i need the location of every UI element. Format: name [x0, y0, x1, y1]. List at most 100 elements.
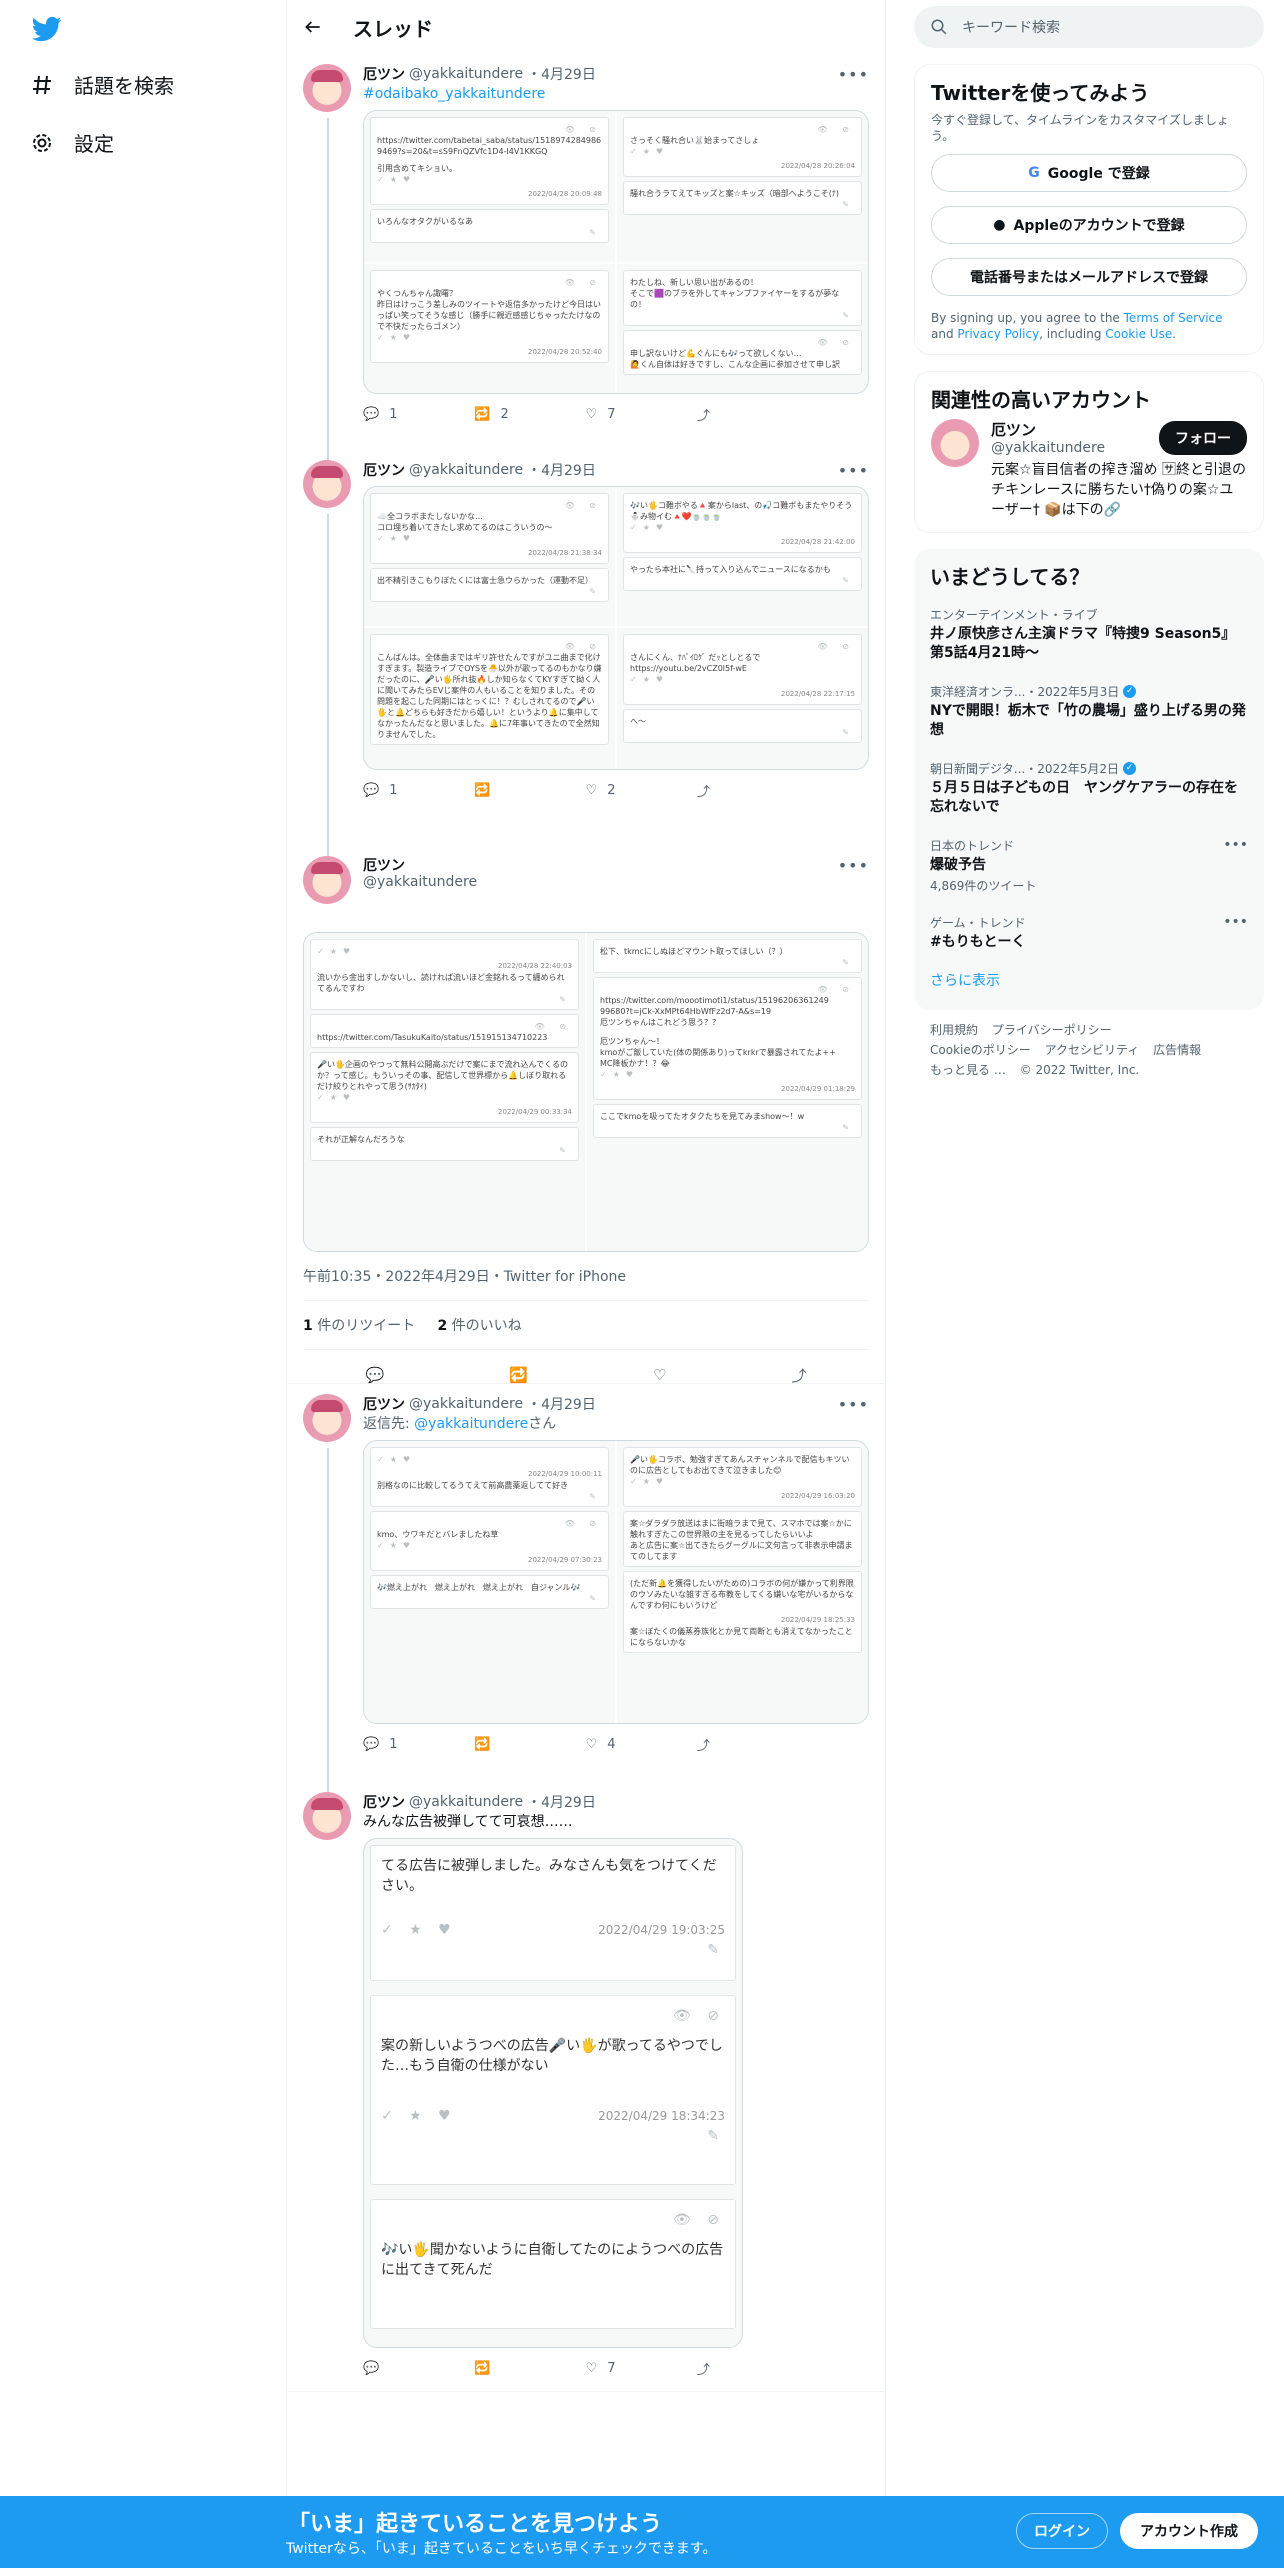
like-count[interactable]: 2 件のいいね — [437, 1318, 521, 1334]
phone-signup-button[interactable]: 電話番号またはメールアドレスで登録 — [931, 258, 1247, 296]
image-grid[interactable]: ✓★♥ 2022/04/29 10:00:11 別格なのに比較してるうてえて前高農薬… — [363, 1440, 869, 1724]
author-handle[interactable]: @yakkaitundere — [409, 66, 523, 82]
retweet-button[interactable]: 🔁 — [474, 2361, 585, 2376]
retweet-button[interactable]: 🔁 — [474, 783, 585, 798]
screenshot-image[interactable]: 👁 ⊘ さっそく騒れ合い🐰始まってさしょ ✓★♥ 2022/04/28 20:26:0… — [617, 111, 868, 262]
account-name[interactable]: 厄ツン — [991, 419, 1105, 440]
apple-signup-button[interactable]: ● Appleのアカウントで登録 — [931, 206, 1247, 244]
retweet-icon[interactable]: 🔁 — [509, 1366, 528, 1384]
tweet-date[interactable]: ・4月29日 — [527, 1394, 596, 1414]
trend-item[interactable]: エンターテインメント・ライブ 井ノ原快彦さん主演ドラマ『特捜9 Season5』… — [930, 596, 1248, 673]
search-bar[interactable]: キーワード検索 — [914, 6, 1264, 48]
tweet[interactable]: 厄ツン @yakkaitundere ・4月29日 みんな広告被弾してて可哀想…… — [287, 1782, 885, 2392]
trend-item[interactable]: 朝日新聞デジタ...・2022年5月2日 ✓ ５月５日は子どもの日 ヤングケアラー… — [930, 750, 1248, 827]
author-handle[interactable]: @yakkaitundere — [363, 874, 869, 890]
screenshot-image[interactable]: わたしね、新しい思い出があるの！ そこで🟪のブラを外してキャンプファイヤーをするが… — [617, 263, 868, 393]
more-icon[interactable]: ••• — [1223, 914, 1248, 930]
reply-button[interactable]: 💬 1 — [363, 407, 474, 422]
avatar[interactable] — [303, 1792, 351, 1840]
tweet-date[interactable]: ・4月29日 — [527, 64, 596, 84]
author-handle[interactable]: @yakkaitundere — [409, 1794, 523, 1810]
avatar[interactable] — [303, 460, 351, 508]
footer-link[interactable]: もっと見る … — [930, 1063, 1006, 1077]
tos-link[interactable]: Terms of Service — [1124, 311, 1223, 325]
create-account-button[interactable]: アカウント作成 — [1120, 2513, 1258, 2549]
screenshot-image[interactable]: 👁 ⊘ https://twitter.com/tabetai_saba/stat… — [364, 111, 615, 262]
share-button[interactable]: ⤴ — [697, 2359, 710, 2378]
trend-item[interactable]: 日本のトレンド 爆破予告 4,869件のツイート ••• — [930, 827, 1248, 904]
like-button[interactable]: ♡ 4 — [586, 1737, 697, 1752]
trend-item[interactable]: 東洋経済オンラ...・2022年5月3日 ✓ NYで開眼！栃木で「竹の農場」盛り上… — [930, 673, 1248, 750]
retweet-button[interactable]: 🔁 2 — [474, 407, 585, 422]
screenshot-image[interactable]: ✓★♥ 2022/04/28 22:40:03 流いから金出すしかないし、読ければ流… — [304, 933, 585, 1251]
screenshot-image[interactable]: 🎶い🖐コ難ボやる🔺案からlast、の🎣コ難ボもまたやりそう ⛄み物イむ🔺❤️🍵🍵🍵… — [617, 487, 868, 626]
tall-screenshot[interactable]: てる広告に被弾しました。みなさんも気をつけてください。 ✓ ★ ♥ 2022/04/… — [363, 1838, 743, 2348]
search-input[interactable]: キーワード検索 — [962, 17, 1060, 37]
back-arrow-icon[interactable] — [303, 17, 323, 37]
reply-button[interactable]: 💬 1 — [363, 783, 474, 798]
more-icon[interactable]: ••• — [838, 461, 869, 480]
twitter-logo-icon[interactable] — [30, 14, 64, 44]
tweet-timestamp[interactable]: 午前10:35・2022年4月29日・Twitter for iPhone — [303, 1252, 869, 1301]
tweet[interactable]: 厄ツン @yakkaitundere ・4月29日 ••• 返信先: @yakk… — [287, 1384, 885, 1790]
reply-button[interactable]: 💬 1 — [363, 1737, 474, 1752]
retweet-count[interactable]: 1 件のリツイート — [303, 1318, 415, 1334]
nav-settings[interactable]: 設定 — [30, 128, 114, 157]
reply-icon[interactable]: 💬 — [366, 1366, 385, 1384]
footer-link[interactable]: プライバシーポリシー — [992, 1023, 1112, 1037]
screenshot-image[interactable]: 👁 ⊘ やくつんちゃん諏曙？ 昨日はけっこう差しみのツイートや返信多かったけど今日は… — [364, 263, 615, 393]
author-handle[interactable]: @yakkaitundere — [409, 462, 523, 478]
author-name[interactable]: 厄ツン — [363, 1394, 405, 1414]
tweet-date[interactable]: ・4月29日 — [527, 460, 596, 480]
more-icon[interactable]: ••• — [838, 856, 869, 875]
screenshot-image[interactable]: ✓★♥ 2022/04/29 10:00:11 別格なのに比較してるうてえて前高農薬… — [364, 1441, 615, 1723]
privacy-link[interactable]: Privacy Policy — [957, 327, 1039, 341]
author-name[interactable]: 厄ツン — [363, 460, 405, 480]
screenshot-image[interactable]: 🎤い🖐コラボ、勉強すぎてあんスチャンネルで配信もキツいのに広告としてもお出てきて… — [617, 1441, 868, 1723]
avatar[interactable] — [303, 856, 351, 904]
share-button[interactable]: ⤴ — [697, 405, 710, 424]
screenshot-image[interactable]: 👁 ⊘ こんばんは。全体曲まではギリ許せたんですがユニ曲まで化けすぎます。製造ライ… — [364, 628, 615, 769]
more-icon[interactable]: ••• — [838, 1395, 869, 1414]
focused-tweet[interactable]: 厄ツン ••• @yakkaitundere ✓★♥ 2022/04/28 22:… — [287, 846, 885, 1386]
google-signup-button[interactable]: G Google で登録 — [931, 154, 1247, 192]
author-name[interactable]: 厄ツン — [363, 1792, 405, 1812]
trend-item[interactable]: ゲーム・トレンド #もりもとーく ••• — [930, 904, 1248, 962]
footer-link[interactable]: アクセシビリティ — [1045, 1043, 1140, 1057]
share-button[interactable]: ⤴ — [697, 781, 710, 800]
like-button[interactable]: ♡ 7 — [586, 2361, 697, 2376]
avatar[interactable] — [931, 419, 979, 467]
image-grid[interactable]: ✓★♥ 2022/04/28 22:40:03 流いから金出すしかないし、読ければ流… — [303, 932, 869, 1252]
share-button[interactable]: ⤴ — [697, 1735, 710, 1754]
author-name[interactable]: 厄ツン — [363, 64, 405, 84]
tweet[interactable]: 厄ツン @yakkaitundere ・4月29日 ••• 👁 ⊘ ☁️全コラボま… — [287, 450, 885, 854]
image-grid[interactable]: 👁 ⊘ https://twitter.com/tabetai_saba/stat… — [363, 110, 869, 394]
cookie-link[interactable]: Cookie Use — [1105, 327, 1172, 341]
screenshot-image[interactable]: 松下、tkmcにしぬほどマウント取ってほしい（？） ✎ 👁 ⊘ https://tw… — [587, 933, 868, 1251]
screenshot-image[interactable]: 👁 ⊘ ☁️全コラボまたしないかな… コロ埋ち着いてきたし求めてるのはこういうの〜 ✓… — [364, 487, 615, 626]
reply-button[interactable]: 💬 — [363, 2361, 474, 2376]
footer-link[interactable]: 利用規約 — [930, 1023, 978, 1037]
image-grid[interactable]: 👁 ⊘ ☁️全コラボまたしないかな… コロ埋ち着いてきたし求めてるのはこういうの〜 ✓… — [363, 486, 869, 770]
author-name[interactable]: 厄ツン — [363, 855, 405, 875]
account-card[interactable]: 厄ツン @yakkaitundere フォロー 元案☆盲目信者の搾き溜め 🈂終と… — [931, 419, 1247, 520]
more-icon[interactable]: ••• — [838, 65, 869, 84]
share-icon[interactable]: ⤴ — [791, 1365, 806, 1386]
tweet[interactable]: 厄ツン @yakkaitundere ・4月29日 ••• #odaibako_… — [287, 54, 885, 458]
author-handle[interactable]: @yakkaitundere — [409, 1396, 523, 1412]
heart-icon[interactable]: ♡ — [653, 1366, 666, 1384]
login-button[interactable]: ログイン — [1016, 2513, 1108, 2549]
screenshot-image[interactable]: 👁 ⊘ さんにくん、ﾅﾊﾞｲﾛｸﾞ だｯとしとるで https://youtu.be… — [617, 628, 868, 769]
retweet-button[interactable]: 🔁 — [474, 1737, 585, 1752]
avatar[interactable] — [303, 64, 351, 112]
footer-link[interactable]: Cookieのポリシー — [930, 1043, 1031, 1057]
like-button[interactable]: ♡ 2 — [586, 783, 697, 798]
tweet-date[interactable]: ・4月29日 — [527, 1792, 596, 1812]
nav-explore[interactable]: 話題を検索 — [30, 70, 174, 99]
follow-button[interactable]: フォロー — [1159, 420, 1247, 455]
reply-to-link[interactable]: @yakkaitundere — [414, 1416, 528, 1432]
account-handle[interactable]: @yakkaitundere — [991, 440, 1105, 456]
more-icon[interactable]: ••• — [1223, 837, 1248, 853]
hashtag-link[interactable]: #odaibako_yakkaitundere — [363, 86, 545, 102]
like-button[interactable]: ♡ 7 — [586, 407, 697, 422]
